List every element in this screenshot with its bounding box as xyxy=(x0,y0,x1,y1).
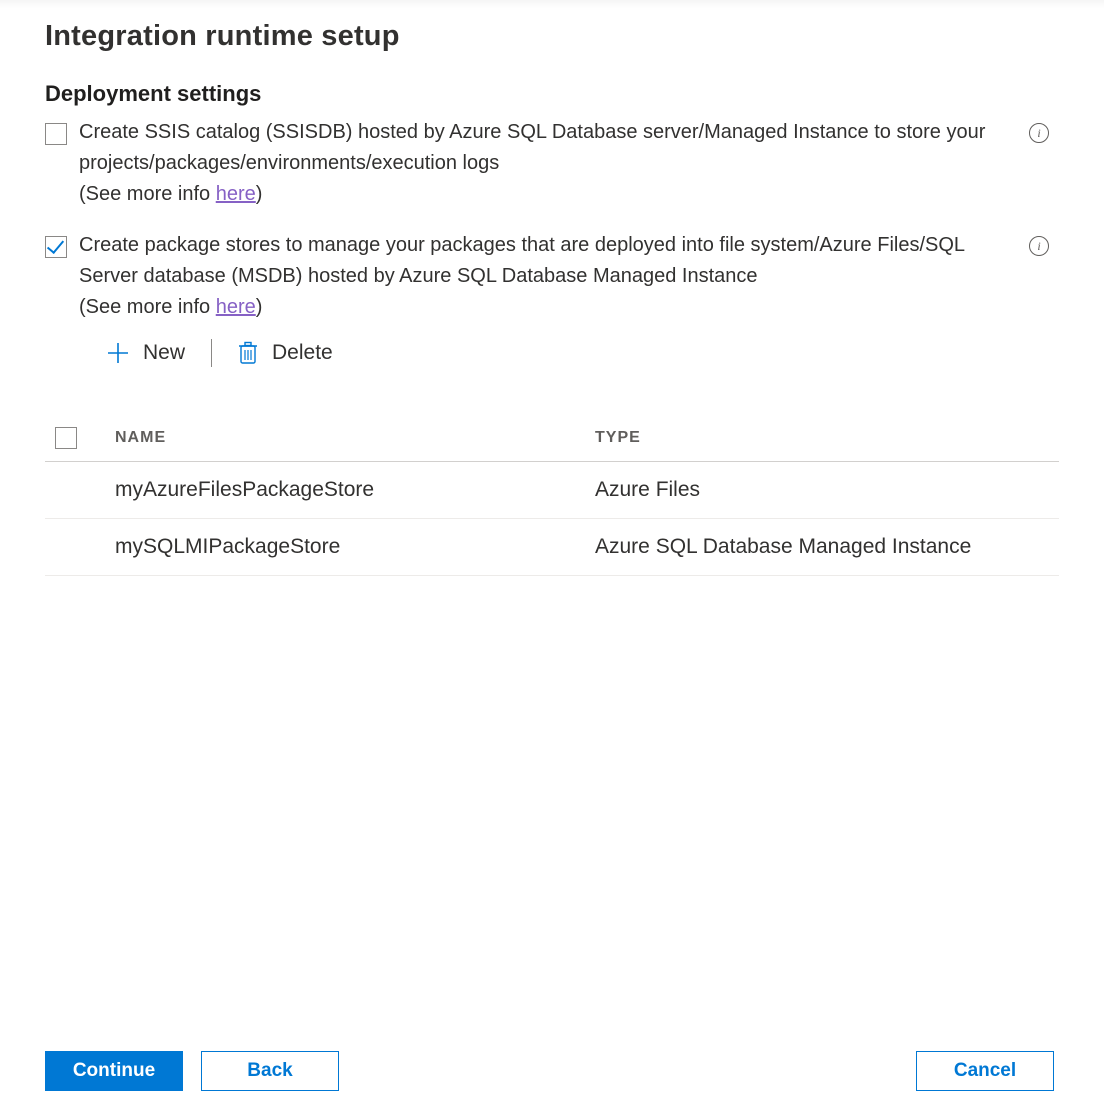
new-button[interactable]: New xyxy=(101,337,191,369)
col-header-type[interactable]: TYPE xyxy=(595,429,1059,447)
package-store-info: (See more info here) xyxy=(79,296,1017,319)
trash-icon xyxy=(238,341,258,365)
option-ssisdb: Create SSIS catalog (SSISDB) hosted by A… xyxy=(45,117,1059,206)
toolbar-divider xyxy=(211,339,212,367)
page-title: Integration runtime setup xyxy=(45,20,1059,53)
package-store-info-prefix: (See more info xyxy=(79,296,216,318)
back-button[interactable]: Back xyxy=(201,1051,339,1091)
col-header-name[interactable]: NAME xyxy=(115,429,595,447)
package-store-table: NAME TYPE myAzureFilesPackageStore Azure… xyxy=(45,415,1059,576)
table-row[interactable]: myAzureFilesPackageStore Azure Files xyxy=(45,462,1059,519)
package-store-info-link[interactable]: here xyxy=(216,296,256,318)
select-all-checkbox[interactable] xyxy=(55,427,77,449)
option-package-store: Create package stores to manage your pac… xyxy=(45,230,1059,391)
table-header-row: NAME TYPE xyxy=(45,415,1059,462)
continue-button[interactable]: Continue xyxy=(45,1051,183,1091)
delete-button-label: Delete xyxy=(272,341,333,365)
row-name: myAzureFilesPackageStore xyxy=(115,478,595,502)
cancel-button[interactable]: Cancel xyxy=(916,1051,1054,1091)
new-button-label: New xyxy=(143,341,185,365)
ssisdb-info-suffix: ) xyxy=(256,183,263,205)
package-store-info-suffix: ) xyxy=(256,296,263,318)
package-store-label: Create package stores to manage your pac… xyxy=(79,230,1017,292)
ssisdb-info-link[interactable]: here xyxy=(216,183,256,205)
ssisdb-checkbox[interactable] xyxy=(45,123,67,145)
row-name: mySQLMIPackageStore xyxy=(115,535,595,559)
plus-icon xyxy=(107,342,129,364)
row-type: Azure Files xyxy=(595,478,1059,502)
section-title: Deployment settings xyxy=(45,81,1059,107)
package-store-checkbox[interactable] xyxy=(45,236,67,258)
package-toolbar: New Delete xyxy=(101,337,1017,369)
info-icon[interactable]: i xyxy=(1029,123,1049,143)
info-icon[interactable]: i xyxy=(1029,236,1049,256)
ssisdb-info: (See more info here) xyxy=(79,183,1017,206)
delete-button[interactable]: Delete xyxy=(232,337,339,369)
ssisdb-info-prefix: (See more info xyxy=(79,183,216,205)
row-type: Azure SQL Database Managed Instance xyxy=(595,535,1059,559)
ssisdb-label: Create SSIS catalog (SSISDB) hosted by A… xyxy=(79,117,1017,179)
table-row[interactable]: mySQLMIPackageStore Azure SQL Database M… xyxy=(45,519,1059,576)
footer: Continue Back Cancel xyxy=(0,1029,1104,1119)
